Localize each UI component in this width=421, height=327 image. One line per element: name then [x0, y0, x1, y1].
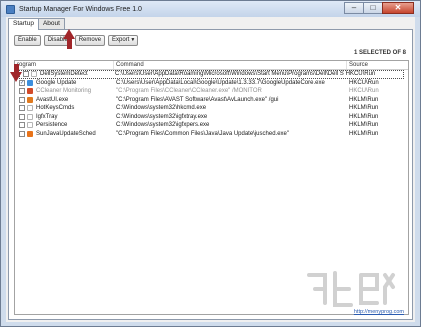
program-icon	[31, 71, 37, 78]
app-icon	[6, 4, 15, 14]
program-icon	[27, 96, 33, 103]
column-header-source[interactable]: Source	[347, 61, 408, 69]
export-label: Export	[112, 37, 130, 43]
maximize-icon[interactable]: □	[363, 2, 383, 14]
command-cell: C:\Windows\system32\igfxtray.exe	[116, 113, 208, 120]
row-checkbox[interactable]	[19, 96, 25, 103]
tab-strip: Startup About	[8, 18, 65, 30]
chevron-down-icon: ▼	[130, 37, 136, 43]
command-cell: "C:\Program Files\CCleaner\CCleaner.exe"…	[116, 88, 262, 94]
table-row[interactable]: AvastUI.exe "C:\Program Files\AVAST Softw…	[15, 96, 408, 105]
program-name: SunJavaUpdateSched	[36, 130, 96, 137]
program-icon	[27, 130, 33, 137]
row-checkbox[interactable]	[19, 113, 25, 120]
source-cell: HKLM\Run	[349, 122, 379, 128]
command-cell: "C:\Program Files\Common Files\Java\Java…	[116, 130, 289, 137]
program-name: CCleaner Monitoring	[36, 88, 92, 94]
row-checkbox[interactable]	[19, 130, 25, 137]
tab-startup[interactable]: Startup	[8, 18, 39, 30]
program-name: IgfxTray	[36, 113, 58, 120]
table-row[interactable]: Persistence C:\Windows\system32\igfxpers.…	[15, 121, 408, 130]
remove-button[interactable]: Remove	[74, 35, 106, 46]
annotation-arrow-down-icon	[10, 72, 22, 82]
tab-about[interactable]: About	[37, 18, 65, 29]
command-cell: C:\Windows\system32\hkcmd.exe	[116, 105, 207, 111]
command-cell: C:\Windows\system32\igfxpers.exe	[116, 122, 210, 128]
source-cell: HKCU\Run	[349, 88, 379, 94]
source-cell: HKLM\Run	[349, 113, 379, 120]
minimize-icon[interactable]: –	[344, 2, 364, 14]
program-cell: AvastUI.exe	[15, 96, 114, 105]
window-title: Startup Manager For Windows Free 1.0	[19, 5, 142, 13]
export-button[interactable]: Export▼	[108, 35, 139, 46]
table-row[interactable]: CCleaner Monitoring "C:\Program Files\CCl…	[15, 87, 408, 96]
title-bar[interactable]: Startup Manager For Windows Free 1.0 – □…	[1, 1, 420, 17]
table-row[interactable]: IgfxTray C:\Windows\system32\igfxtray.exe…	[15, 113, 408, 122]
program-cell: IgfxTray	[15, 113, 114, 122]
watermark-logo	[307, 271, 395, 307]
table-body: DellSystemDetect C:\Users\User\AppData\Ro…	[15, 70, 408, 138]
program-cell: SunJavaUpdateSched	[15, 130, 114, 139]
row-checkbox[interactable]	[19, 122, 25, 129]
program-name: DellSystemDetect	[40, 71, 88, 77]
program-cell: Persistence	[15, 121, 114, 130]
window-controls: – □ ✕	[344, 2, 414, 14]
source-cell: HKLM\Run	[349, 96, 379, 103]
program-icon	[27, 105, 33, 112]
column-header-program[interactable]: rogram	[15, 61, 114, 69]
row-checkbox[interactable]	[19, 105, 25, 112]
program-cell: HotKeysCmds	[15, 104, 114, 113]
program-name: Persistence	[36, 122, 68, 128]
command-cell: C:\Users\User\AppData\Roaming\Microsoft\…	[115, 71, 344, 77]
table-row[interactable]: DellSystemDetect C:\Users\User\AppData\Ro…	[19, 70, 404, 79]
table-row[interactable]: ✓ Google Update C:\Users\User\AppData\Loca…	[15, 79, 408, 88]
enable-button[interactable]: Enable	[14, 35, 41, 46]
program-cell: CCleaner Monitoring	[15, 87, 114, 96]
program-name: AvastUI.exe	[36, 96, 69, 103]
source-cell: HKLM\Run	[349, 130, 379, 137]
program-icon	[27, 79, 33, 86]
program-icon	[27, 88, 33, 95]
table-row[interactable]: HotKeysCmds C:\Windows\system32\hkcmd.exe…	[15, 104, 408, 113]
table-header: rogram Command Source	[15, 61, 408, 70]
program-icon	[27, 122, 33, 129]
source-cell: HKCU\Run	[349, 79, 379, 86]
close-icon[interactable]: ✕	[382, 2, 414, 14]
program-name: Google Update	[36, 79, 77, 86]
program-cell: DellSystemDetect	[19, 70, 113, 79]
source-cell: HKLM\Run	[349, 105, 379, 111]
selection-status: 1 SELECTED OF 8	[353, 50, 406, 56]
row-checkbox[interactable]	[19, 88, 25, 95]
program-cell: ✓ Google Update	[15, 79, 114, 88]
program-name: HotKeysCmds	[36, 105, 75, 111]
source-cell: HKCU\Run	[345, 71, 376, 77]
column-header-command[interactable]: Command	[114, 61, 347, 69]
row-checkbox[interactable]	[23, 71, 29, 78]
command-cell: C:\Users\User\AppData\Local\Google\Updat…	[116, 79, 325, 86]
toolbar: Enable Disable Remove Export▼	[14, 35, 141, 46]
command-cell: "C:\Program Files\AVAST Software\Avast\A…	[116, 96, 279, 103]
table-row[interactable]: SunJavaUpdateSched "C:\Program Files\Comm…	[15, 130, 408, 139]
program-icon	[27, 113, 33, 120]
annotation-arrow-up-shaft	[67, 38, 72, 49]
